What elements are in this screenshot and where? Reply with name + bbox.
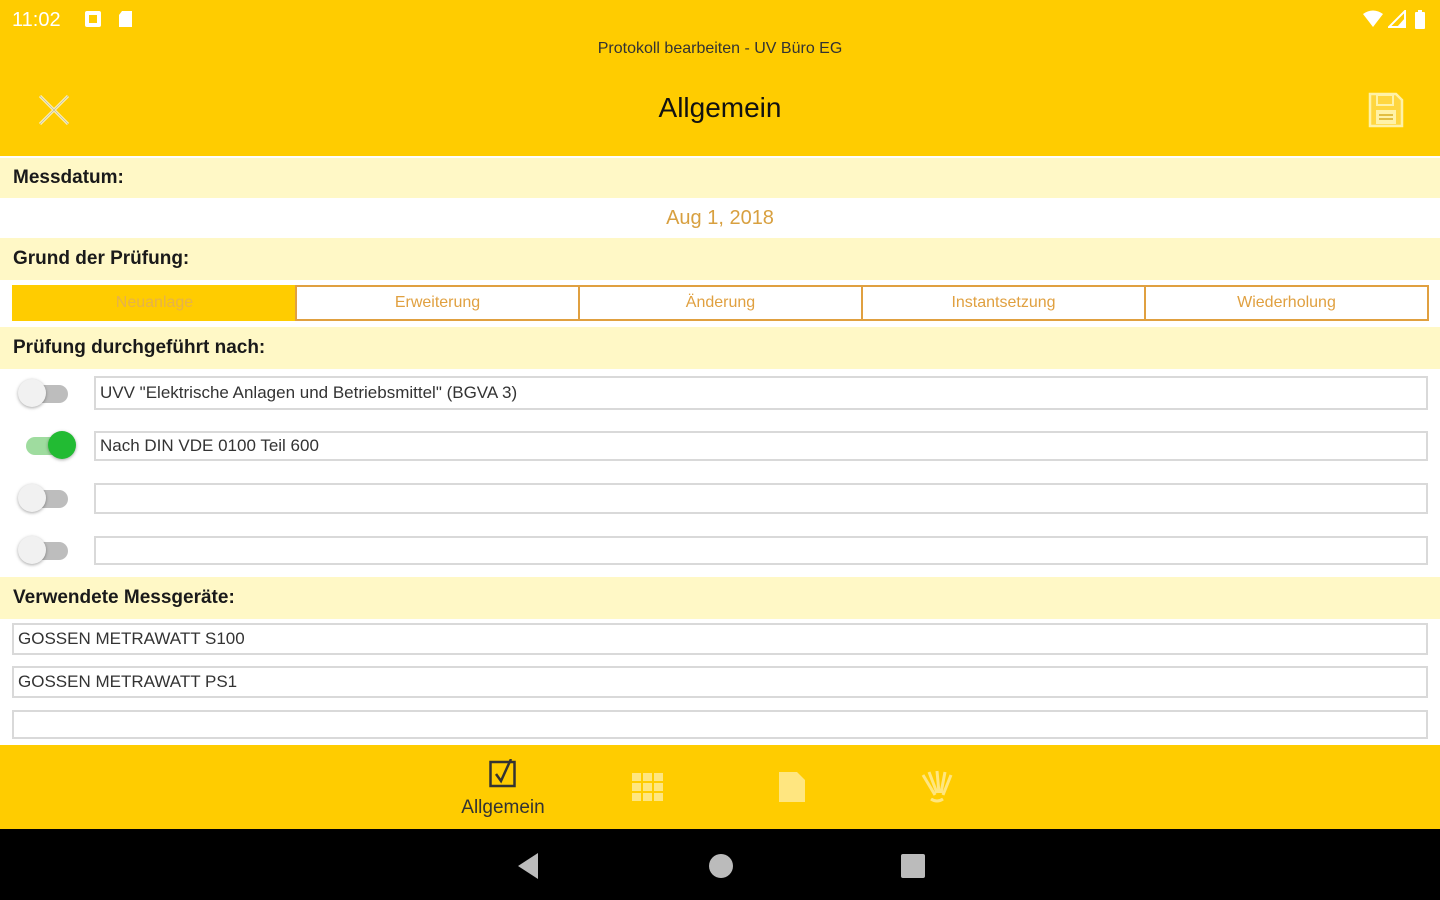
battery-icon (1414, 10, 1426, 35)
standard-toggle-3[interactable] (18, 483, 70, 513)
segment-neuanlage[interactable]: Neuanlage (12, 285, 297, 321)
segment-instantsetzung[interactable]: Instantsetzung (861, 285, 1146, 321)
nav-table[interactable] (608, 757, 688, 821)
segment-erweiterung[interactable]: Erweiterung (295, 285, 580, 321)
sd-card-icon (117, 10, 135, 33)
status-time: 11:02 (12, 9, 61, 31)
back-icon[interactable] (514, 851, 544, 881)
document-icon (778, 771, 806, 808)
standard-toggle-1[interactable] (18, 378, 70, 408)
standard-field-4[interactable] (94, 536, 1428, 565)
section-header-messdatum: Messdatum: (0, 158, 1440, 198)
nav-document[interactable] (752, 757, 832, 821)
standard-field-1[interactable] (94, 376, 1428, 410)
page-subtitle: Protokoll bearbeiten - UV Büro EG (597, 40, 843, 57)
segment-aenderung[interactable]: Änderung (578, 285, 863, 321)
wifi-icon (1362, 10, 1384, 33)
signature-icon (919, 769, 955, 808)
device-field-3[interactable] (12, 710, 1428, 739)
signal-icon (1386, 8, 1406, 33)
section-header-messgeraete: Verwendete Messgeräte: (0, 577, 1440, 619)
device-field-1[interactable] (12, 623, 1428, 655)
segment-wiederholung[interactable]: Wiederholung (1144, 285, 1429, 321)
date-picker[interactable]: Aug 1, 2018 (0, 198, 1440, 238)
status-bar: 11:02 (0, 0, 1440, 40)
save-icon[interactable] (1366, 90, 1406, 130)
reason-segmented-control: Neuanlage Erweiterung Änderung Instantse… (12, 285, 1429, 321)
grid-icon (632, 773, 664, 806)
recents-icon[interactable] (898, 851, 928, 881)
standard-toggle-2[interactable] (18, 430, 76, 460)
section-header-grund: Grund der Prüfung: (0, 238, 1440, 280)
home-icon[interactable] (706, 851, 736, 881)
nav-signature[interactable] (897, 757, 977, 821)
system-navigation-bar (0, 829, 1440, 900)
photo-notification-icon (84, 10, 102, 33)
checkbox-icon (489, 758, 517, 794)
standard-field-3[interactable] (94, 483, 1428, 514)
app-bar: Protokoll bearbeiten - UV Büro EG Allgem… (0, 40, 1440, 156)
nav-allgemein-label: Allgemein (461, 797, 545, 818)
standard-field-2[interactable] (94, 431, 1428, 461)
standard-toggle-4[interactable] (18, 535, 70, 565)
bottom-navigation: Allgemein (0, 745, 1440, 829)
page-title: Allgemein (658, 92, 782, 123)
device-field-2[interactable] (12, 666, 1428, 698)
nav-allgemein[interactable]: Allgemein (461, 757, 545, 821)
section-header-pruefung: Prüfung durchgeführt nach: (0, 327, 1440, 369)
